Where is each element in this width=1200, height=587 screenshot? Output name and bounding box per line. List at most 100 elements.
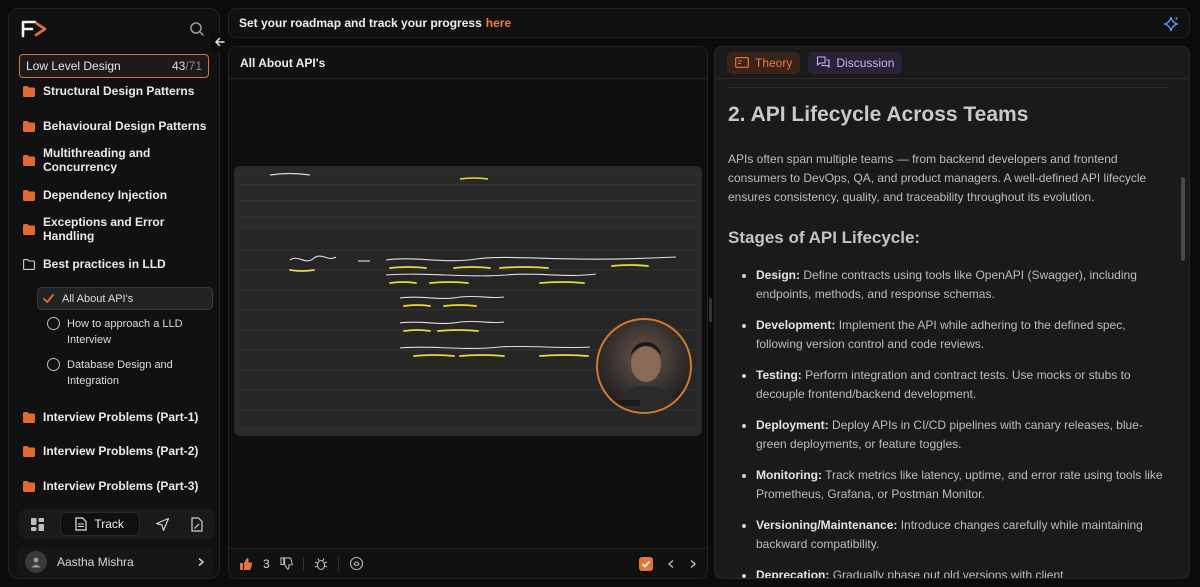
stage-term: Development: bbox=[756, 318, 836, 332]
bug-icon[interactable] bbox=[314, 557, 328, 571]
stage-term: Testing: bbox=[756, 368, 802, 382]
subitem-approach-lld-interview[interactable]: How to approach a LLD Interview bbox=[37, 316, 213, 348]
list-item: Design: Define contracts using tools lik… bbox=[742, 266, 1167, 304]
section-label: Structural Design Patterns bbox=[43, 84, 195, 98]
footer-right-controls bbox=[639, 556, 697, 571]
theory-content: 2. API Lifecycle Across Teams APIs often… bbox=[728, 87, 1167, 579]
sidebar: Low Level Design 43/71 Structural Design… bbox=[8, 8, 220, 579]
circle-icon bbox=[47, 317, 60, 330]
avatar bbox=[25, 551, 47, 573]
section-behavioural-design-patterns[interactable]: Behavioural Design Patterns bbox=[23, 115, 206, 137]
section-label: Multithreading and Concurrency bbox=[43, 146, 151, 174]
section-interview-problems-3[interactable]: Interview Problems (Part-3) bbox=[23, 475, 198, 497]
send-icon[interactable] bbox=[150, 512, 174, 536]
panel-resize-handle[interactable] bbox=[709, 298, 712, 322]
stage-term: Deployment: bbox=[756, 418, 829, 432]
user-profile[interactable]: Aastha Mishra bbox=[17, 547, 213, 577]
section-label: Dependency Injection bbox=[43, 188, 168, 202]
sparkle-icon[interactable] bbox=[1163, 16, 1179, 32]
chevron-right-icon bbox=[198, 557, 205, 567]
scrollbar[interactable] bbox=[1181, 177, 1185, 261]
stage-desc: Gradually phase out old versions with cl… bbox=[832, 568, 1064, 579]
tab-theory[interactable]: Theory bbox=[727, 51, 801, 74]
divider bbox=[337, 556, 339, 571]
section-heading: 2. API Lifecycle Across Teams bbox=[728, 103, 1029, 126]
document-icon bbox=[75, 517, 87, 531]
chevron-left-icon[interactable] bbox=[667, 559, 675, 569]
folder-icon bbox=[23, 223, 35, 235]
list-item: Monitoring: Track metrics like latency, … bbox=[742, 466, 1167, 504]
search-icon[interactable] bbox=[189, 21, 205, 37]
folder-icon bbox=[23, 411, 35, 423]
list-item: Testing: Perform integration and contrac… bbox=[742, 366, 1167, 404]
theory-panel: Theory Discussion 2. API Lifecycle Acros… bbox=[714, 46, 1190, 579]
list-item: Versioning/Maintenance: Introduce change… bbox=[742, 516, 1167, 554]
folder-icon bbox=[23, 189, 35, 201]
folder-icon bbox=[23, 85, 35, 97]
roadmap-banner: Set your roadmap and track your progress… bbox=[228, 8, 1190, 38]
sidebar-tabbar: Track bbox=[19, 509, 215, 539]
chat-icon bbox=[817, 56, 830, 69]
track-button[interactable]: Track bbox=[59, 512, 140, 536]
stage-term: Deprecation: bbox=[756, 568, 830, 579]
circle-icon bbox=[47, 358, 60, 371]
section-multithreading[interactable]: Multithreading and Concurrency bbox=[23, 146, 219, 174]
section-label: Interview Problems (Part-3) bbox=[43, 479, 199, 493]
instructor-webcam bbox=[596, 318, 692, 414]
section-interview-problems-2[interactable]: Interview Problems (Part-2) bbox=[23, 440, 198, 462]
user-name: Aastha Mishra bbox=[57, 555, 134, 569]
course-title: Low Level Design bbox=[26, 59, 121, 73]
section-label: Exceptions and Error Handling bbox=[43, 215, 165, 243]
collapse-sidebar-button[interactable] bbox=[211, 33, 229, 51]
section-structural-design-patterns[interactable]: Structural Design Patterns bbox=[23, 80, 194, 102]
section-dependency-injection[interactable]: Dependency Injection bbox=[23, 184, 167, 206]
course-selector[interactable]: Low Level Design 43/71 bbox=[19, 54, 209, 78]
section-interview-problems-1[interactable]: Interview Problems (Part-1) bbox=[23, 406, 198, 428]
banner-link[interactable]: here bbox=[486, 16, 511, 30]
video-player[interactable] bbox=[234, 166, 702, 436]
ai-assistant-icon[interactable] bbox=[349, 556, 364, 571]
thumbs-up-icon[interactable] bbox=[239, 557, 253, 571]
divider bbox=[302, 556, 304, 571]
arrow-left-icon bbox=[214, 37, 225, 47]
check-icon bbox=[43, 294, 54, 303]
file-edit-icon[interactable] bbox=[185, 512, 209, 536]
stage-desc: Perform integration and contract tests. … bbox=[756, 368, 1131, 401]
chevron-right-icon[interactable] bbox=[689, 559, 697, 569]
thumbs-down-icon[interactable] bbox=[280, 557, 293, 570]
section-label: Interview Problems (Part-1) bbox=[43, 410, 199, 424]
section-best-practices[interactable]: Best practices in LLD bbox=[23, 253, 166, 275]
subitem-database-design[interactable]: Database Design and Integration bbox=[37, 357, 213, 389]
stages-list: Design: Define contracts using tools lik… bbox=[728, 266, 1167, 579]
dashboard-icon[interactable] bbox=[25, 512, 49, 536]
video-area bbox=[229, 80, 707, 548]
banner-text: Set your roadmap and track your progress bbox=[239, 16, 482, 30]
course-progress-done: 43 bbox=[171, 59, 186, 73]
lesson-title: All About API's bbox=[229, 47, 707, 79]
section-exceptions[interactable]: Exceptions and Error Handling bbox=[23, 215, 219, 243]
book-icon bbox=[735, 57, 749, 68]
section-label: Interview Problems (Part-2) bbox=[43, 444, 199, 458]
section-label: Best practices in LLD bbox=[43, 257, 166, 271]
mark-complete-checkbox[interactable] bbox=[639, 556, 653, 571]
subitem-label: All About API's bbox=[62, 292, 134, 305]
folder-icon bbox=[23, 480, 35, 492]
tab-discussion[interactable]: Discussion bbox=[808, 51, 903, 74]
course-progress-total: 71 bbox=[188, 59, 202, 73]
folder-open-icon bbox=[23, 258, 35, 270]
logo-icon[interactable] bbox=[21, 19, 49, 39]
folder-icon bbox=[23, 120, 35, 132]
subitem-all-about-apis[interactable]: All About API's bbox=[37, 287, 213, 310]
track-label: Track bbox=[94, 517, 124, 531]
stage-desc: Define contracts using tools like OpenAP… bbox=[756, 268, 1137, 301]
stages-heading: Stages of API Lifecycle: bbox=[728, 228, 921, 247]
like-count: 3 bbox=[263, 556, 270, 571]
list-item: Deployment: Deploy APIs in CI/CD pipelin… bbox=[742, 416, 1167, 454]
course-progress: 43/71 bbox=[172, 59, 202, 73]
video-footer: 3 bbox=[229, 548, 707, 578]
folder-icon bbox=[23, 154, 35, 166]
stage-term: Versioning/Maintenance: bbox=[756, 518, 898, 532]
list-item: Deprecation: Gradually phase out old ver… bbox=[742, 566, 1167, 579]
stage-term: Design: bbox=[756, 268, 801, 282]
stage-term: Monitoring: bbox=[756, 468, 822, 482]
